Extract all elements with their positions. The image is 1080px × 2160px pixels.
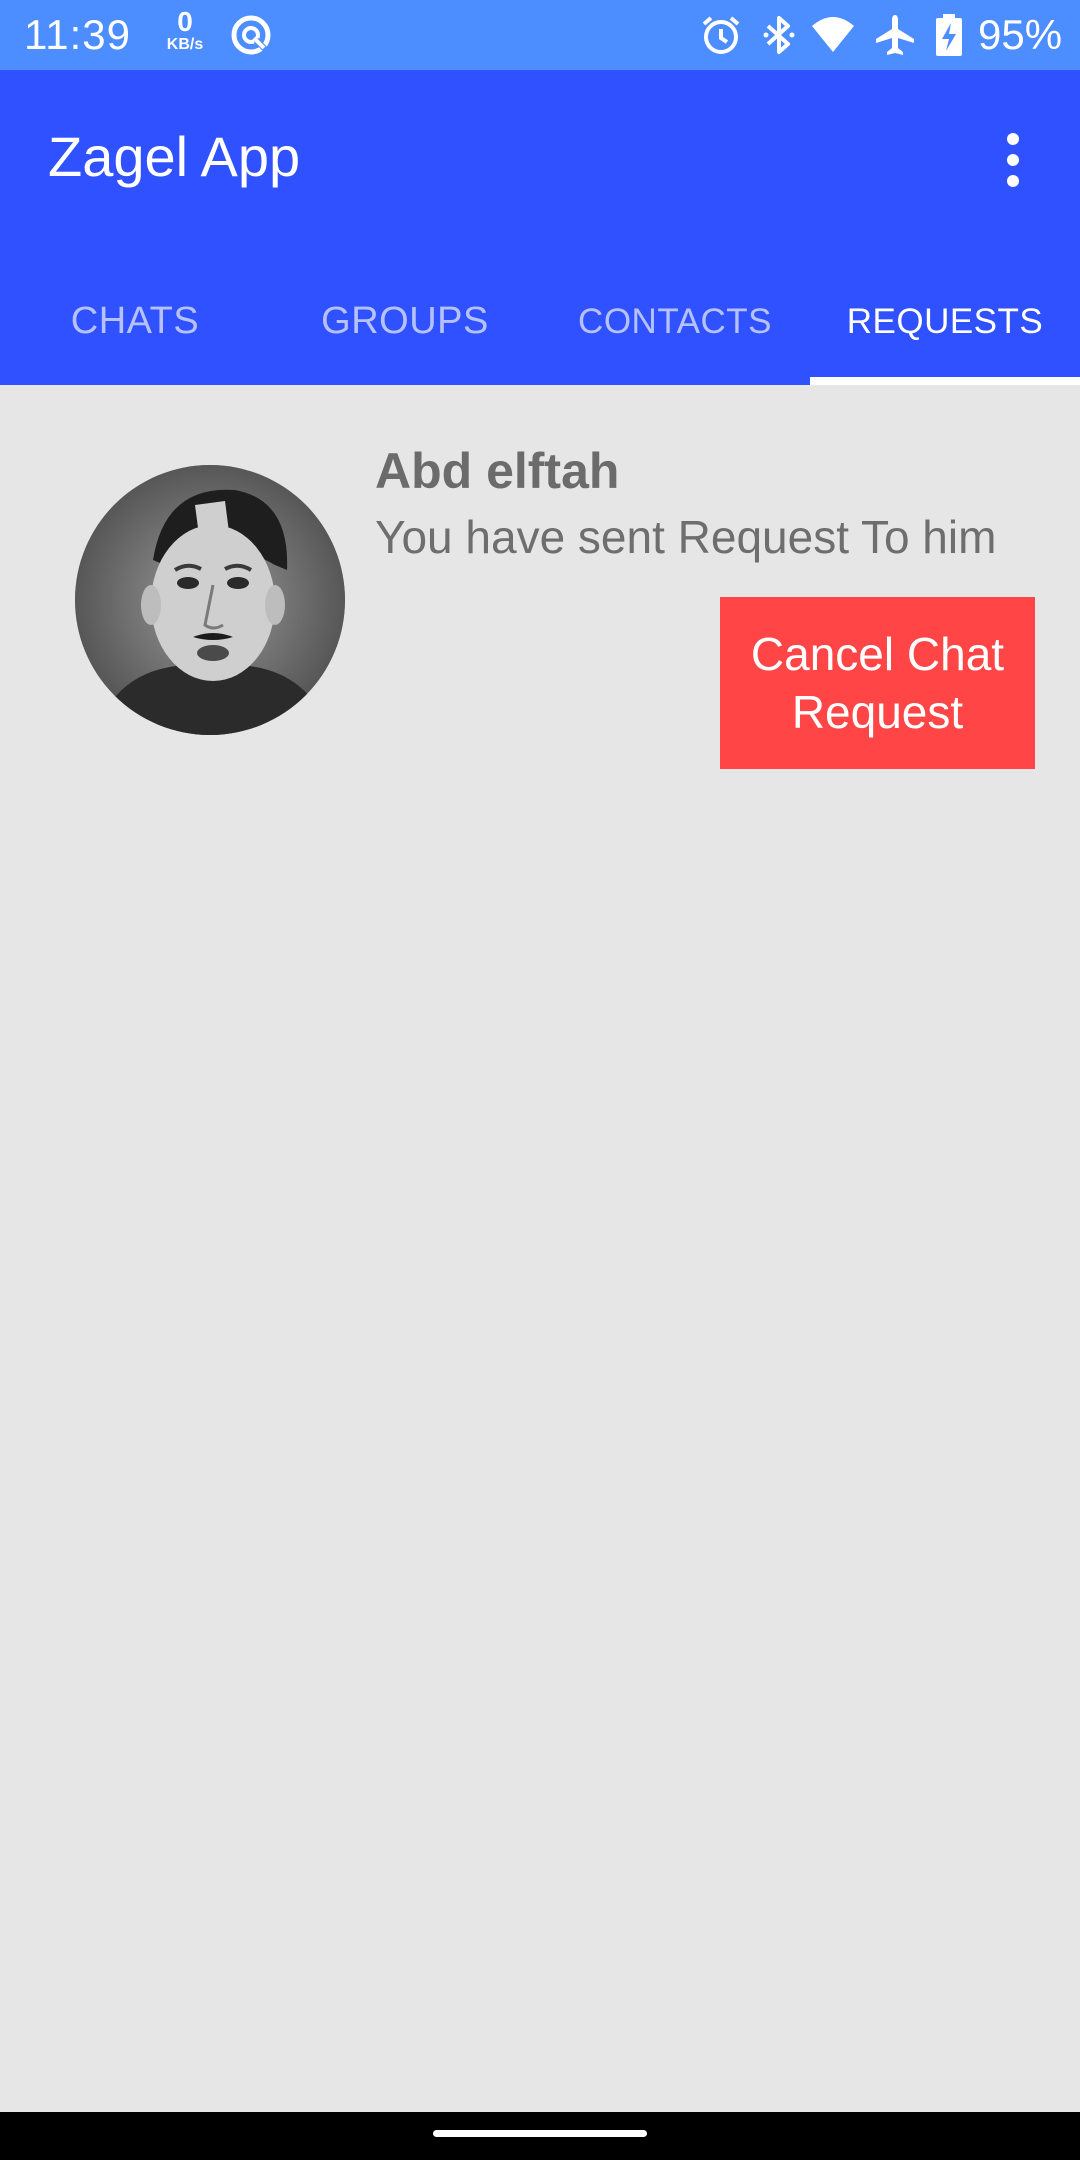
app-bar: Zagel App CHATS GROUPS CONTACTS REQUESTS (0, 70, 1080, 385)
network-speed: 0 KB/s (160, 8, 210, 54)
request-list-item[interactable]: Abd elftah You have sent Request To him … (0, 385, 1080, 805)
tab-chats[interactable]: CHATS (0, 270, 270, 385)
request-user-name: Abd elftah (375, 443, 620, 499)
alarm-icon (698, 12, 744, 58)
status-time: 11:39 (24, 11, 131, 58)
network-speed-unit: KB/s (166, 36, 204, 53)
request-status-text: You have sent Request To him (375, 511, 997, 563)
more-vert-icon[interactable] (985, 122, 1041, 198)
cancel-chat-request-button[interactable]: Cancel Chat Request (720, 597, 1035, 769)
app-title: Zagel App (48, 125, 301, 188)
bluetooth-icon (756, 12, 802, 58)
tab-label: REQUESTS (846, 301, 1044, 341)
tab-label: CONTACTS (578, 301, 772, 341)
tab-contacts[interactable]: CONTACTS (540, 270, 810, 385)
tab-groups[interactable]: GROUPS (270, 270, 540, 385)
system-nav-bar (0, 2112, 1080, 2160)
data-saver-icon (228, 12, 274, 58)
battery-charging-icon (932, 12, 966, 58)
tab-bar: CHATS GROUPS CONTACTS REQUESTS (0, 270, 1080, 385)
airplane-icon (872, 12, 918, 58)
tab-indicator (810, 377, 1080, 385)
home-gesture-handle[interactable] (433, 2130, 647, 2137)
status-bar: 11:39 0 KB/s 95% (0, 0, 1080, 70)
battery-percent: 95% (978, 11, 1063, 58)
tab-label: CHATS (70, 300, 200, 342)
avatar (75, 465, 345, 735)
tab-requests[interactable]: REQUESTS (810, 270, 1080, 385)
tab-label: GROUPS (321, 300, 489, 342)
network-speed-value: 0 (177, 6, 193, 37)
wifi-icon (810, 12, 856, 58)
